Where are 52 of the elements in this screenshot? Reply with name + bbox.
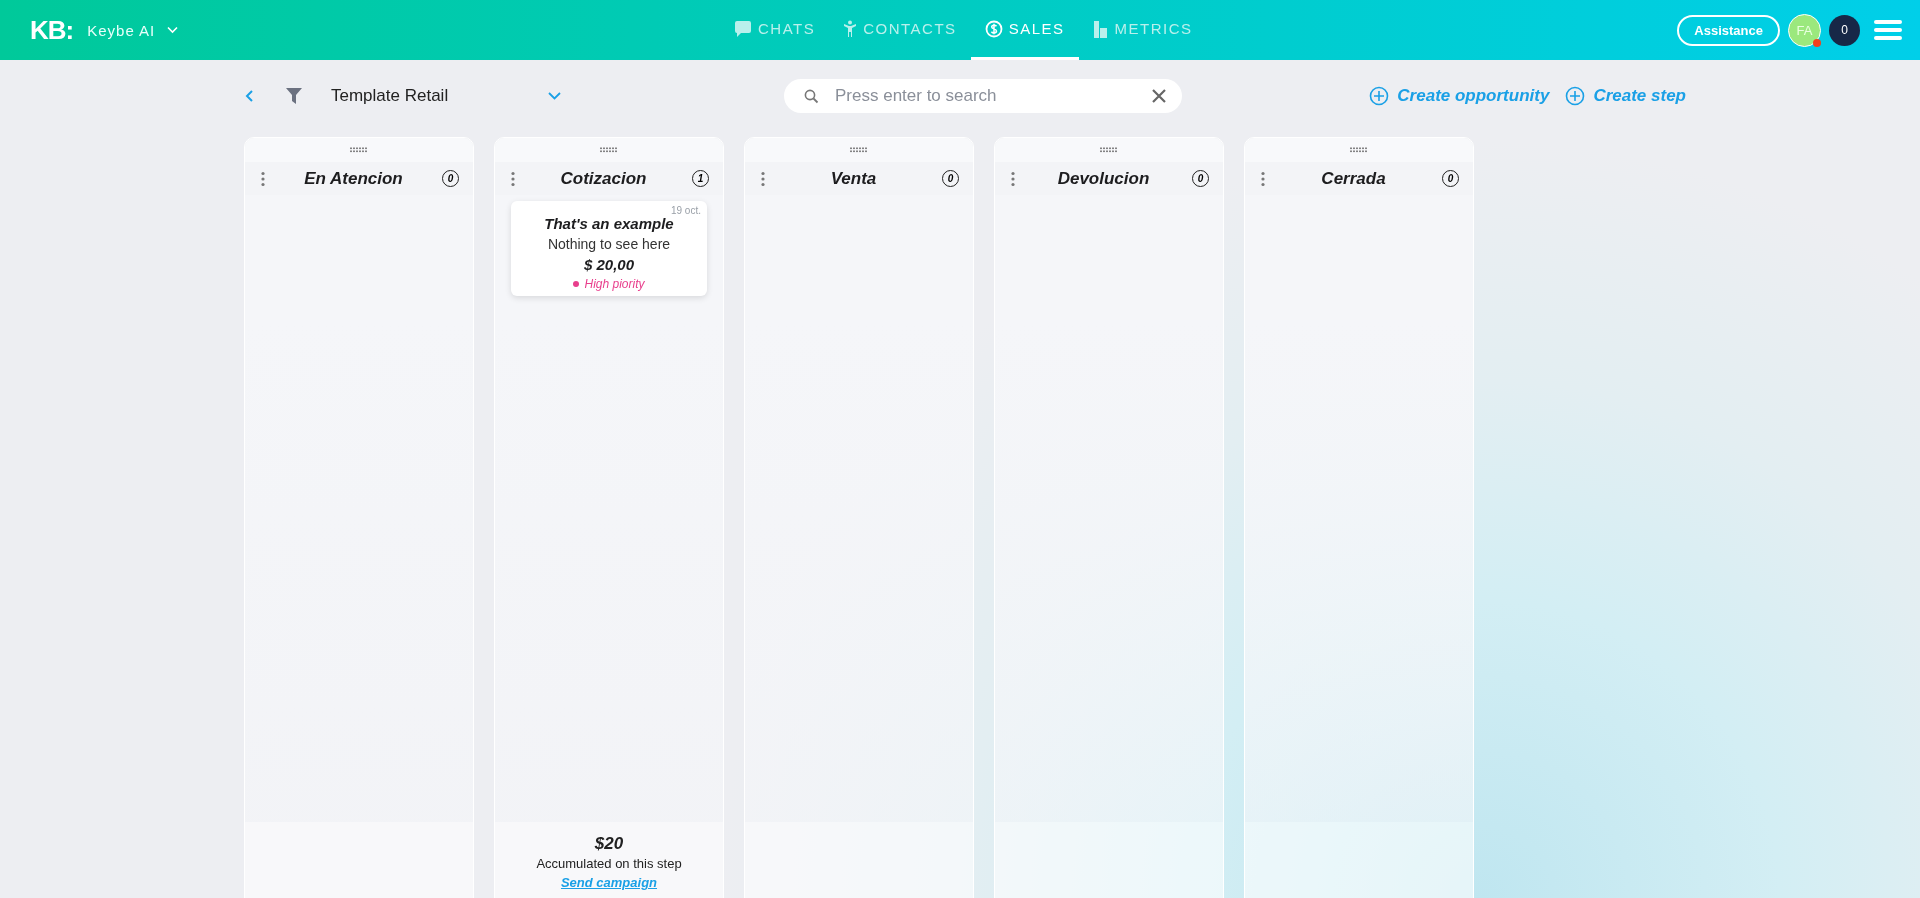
drag-handle-icon[interactable] [850, 147, 868, 153]
dollar-circle-icon [984, 19, 1003, 38]
menu-icon[interactable] [1874, 19, 1902, 41]
card-date: 19 oct. [669, 205, 701, 216]
step-total-caption: Accumulated on this step [536, 856, 682, 871]
app-logo[interactable]: KB: [30, 14, 74, 46]
drag-handle-icon[interactable] [1350, 147, 1368, 153]
send-campaign-link[interactable]: Send campaign [560, 875, 658, 890]
search-bar[interactable]: Press enter to search [784, 79, 1182, 113]
notification-count[interactable]: 0 [1829, 14, 1860, 46]
column-title: En Atencion [303, 168, 404, 189]
create-link[interactable]: Create opportunity [1369, 86, 1550, 106]
plus-circle-icon [1369, 86, 1390, 106]
workspace-name[interactable]: Keybe AI [87, 21, 156, 39]
status-dot-icon [1813, 38, 1821, 47]
deal-card[interactable]: 19 oct. That's an example Nothing to see here $ 20,00 High piority [511, 201, 707, 296]
more-options-icon[interactable] [1261, 170, 1265, 187]
nav-tab[interactable]: SALES [970, 0, 1079, 60]
more-options-icon[interactable] [1011, 170, 1015, 187]
column-title: Devolucion [1056, 168, 1151, 189]
chat-bubble-icon [734, 19, 752, 38]
column-title: Cotizacion [559, 168, 648, 189]
more-options-icon[interactable] [761, 170, 765, 187]
step-total: $20 [594, 834, 624, 854]
nav-tab[interactable]: CHATS [720, 0, 830, 60]
user-avatar[interactable]: FA [1788, 13, 1821, 47]
close-icon[interactable] [1152, 89, 1166, 103]
more-options-icon[interactable] [511, 170, 515, 187]
drag-handle-icon[interactable] [600, 147, 618, 153]
chevron-down-icon[interactable] [167, 26, 179, 34]
search-input[interactable]: Press enter to search [833, 85, 1152, 107]
back-chevron-icon[interactable] [245, 89, 255, 103]
filter-icon[interactable] [285, 87, 303, 105]
column-title: Cerrada [1320, 168, 1387, 189]
drag-handle-icon[interactable] [1100, 147, 1118, 153]
plus-circle-icon [1565, 86, 1586, 106]
chevron-down-icon [548, 92, 561, 100]
card-title: That's an example [543, 215, 675, 232]
bar-chart-icon [1092, 19, 1109, 38]
person-icon [843, 19, 858, 38]
search-icon [804, 88, 819, 104]
more-options-icon[interactable] [261, 170, 265, 187]
card-subtitle: Nothing to see here [546, 236, 672, 252]
column-title: Venta [829, 168, 878, 189]
pipeline-dropdown[interactable]: Template Retail [331, 86, 561, 106]
create-link[interactable]: Create step [1565, 86, 1686, 106]
nav-tab[interactable]: METRICS [1078, 0, 1207, 60]
assistance-button[interactable]: Assistance [1677, 14, 1780, 46]
nav-tab[interactable]: CONTACTS [829, 0, 971, 60]
priority-label: High piority [584, 277, 645, 291]
card-amount: $ 20,00 [582, 256, 635, 273]
drag-handle-icon[interactable] [350, 147, 368, 153]
